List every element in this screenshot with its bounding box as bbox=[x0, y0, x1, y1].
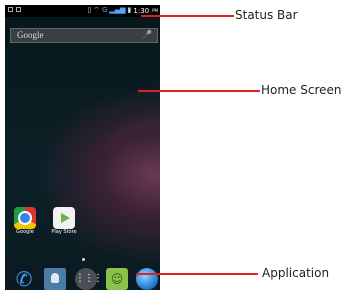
application-callout-label: Application bbox=[262, 266, 330, 280]
home-screen-callout-label: Home Screen bbox=[261, 83, 342, 97]
status-bar: ▯ ⌔ G ▂▄▆ ▮ 1:30 PM bbox=[5, 5, 160, 17]
signal-icon: ▂▄▆ bbox=[109, 6, 126, 14]
wifi-icon: ⌔ bbox=[93, 6, 100, 14]
contacts-icon[interactable] bbox=[44, 268, 66, 290]
phone-icon[interactable]: ✆ bbox=[13, 268, 35, 290]
vibrate-icon: ▯ bbox=[87, 6, 92, 14]
messaging-icon[interactable]: ☺ bbox=[106, 268, 128, 290]
phone-screen: ▯ ⌔ G ▂▄▆ ▮ 1:30 PM Google 🎤 Google Play … bbox=[5, 5, 160, 290]
status-bar-callout-line bbox=[141, 15, 234, 17]
status-bar-callout-label: Status Bar bbox=[235, 8, 298, 22]
application-callout-line bbox=[136, 273, 258, 275]
play-store-icon bbox=[53, 207, 75, 229]
search-bar-label: Google bbox=[17, 30, 44, 40]
browser-icon[interactable] bbox=[136, 268, 158, 290]
app-launcher-icon[interactable]: ⋮⋮⋮ bbox=[75, 268, 103, 290]
google-search-bar[interactable]: Google 🎤 bbox=[10, 28, 158, 43]
notification-icon bbox=[8, 7, 13, 12]
status-time: 1:30 bbox=[133, 6, 150, 15]
battery-icon: ▮ bbox=[127, 6, 132, 14]
mic-icon[interactable]: 🎤 bbox=[142, 30, 152, 39]
g-network-icon: G bbox=[101, 6, 108, 14]
sd-icon bbox=[16, 7, 21, 12]
status-bar-left bbox=[8, 7, 21, 12]
app-label-google: Google bbox=[16, 229, 34, 235]
app-label-play-store: Play Store bbox=[51, 229, 77, 235]
status-bar-right: ▯ ⌔ G ▂▄▆ ▮ 1:30 PM bbox=[87, 6, 158, 15]
chrome-icon bbox=[14, 207, 36, 229]
app-google[interactable]: Google bbox=[10, 207, 40, 235]
status-ampm: PM bbox=[152, 8, 158, 13]
home-screen-callout-line bbox=[138, 90, 260, 92]
app-play-store[interactable]: Play Store bbox=[49, 207, 79, 235]
page-indicator-dot bbox=[82, 258, 85, 261]
